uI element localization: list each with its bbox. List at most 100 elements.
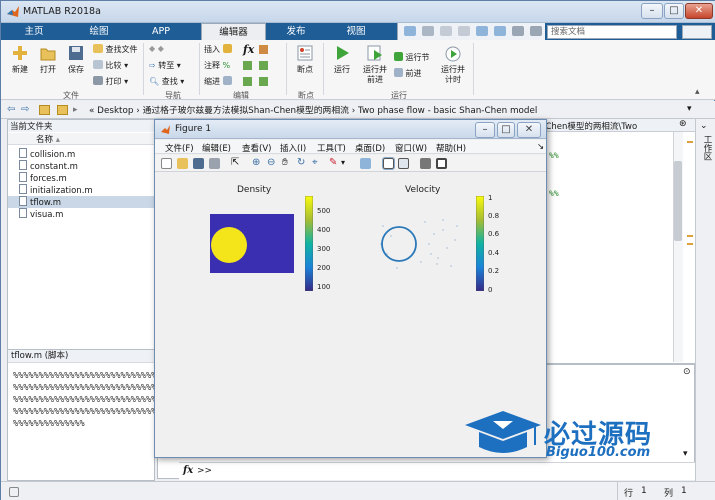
compare-button[interactable]: 比较 ▾ (93, 60, 128, 71)
tab-apps[interactable]: APP (136, 23, 186, 40)
save-figure-icon[interactable] (193, 158, 204, 169)
help-quick-icon[interactable] (530, 26, 542, 36)
zoom-in-icon[interactable]: ⊕ (252, 158, 263, 169)
rail-toggle-icon[interactable]: ⌄ (700, 121, 708, 131)
editor-actions-icon[interactable]: ⊛ (679, 119, 687, 129)
path-dropdown-icon[interactable]: ▸ (73, 105, 78, 115)
insert-function-icon[interactable]: fx (243, 43, 254, 56)
menu-file[interactable]: 文件(F) (165, 142, 194, 154)
insert-button[interactable]: 插入 (204, 44, 232, 55)
warning-marker[interactable] (687, 235, 693, 237)
warning-marker[interactable] (687, 141, 693, 143)
tab-publish[interactable]: 发布 (271, 23, 321, 40)
workspace-tab[interactable]: 工作区 (700, 135, 712, 161)
open-file-icon[interactable] (177, 158, 188, 169)
density-plot[interactable] (210, 214, 294, 273)
filter-icon[interactable] (682, 25, 712, 39)
file-item[interactable]: constant.m (19, 160, 155, 172)
run-and-time-button[interactable]: 运行并 计时 (437, 44, 469, 85)
current-folder-path[interactable]: « Desktop › 通过格子玻尔兹曼方法模拟Shan-Chen模型的两相流 … (89, 103, 537, 116)
minimize-button[interactable]: – (641, 3, 663, 19)
editor-file-tab[interactable]: n-Chen模型的两相流\Two (537, 120, 637, 132)
data-cursor-icon[interactable]: ⌖ (312, 158, 323, 169)
link-plot-icon[interactable] (360, 158, 371, 169)
search-documentation-input[interactable]: 搜索文档 (547, 25, 677, 39)
undo-quick-icon[interactable] (476, 26, 488, 36)
figure-maximize-button[interactable]: □ (497, 122, 515, 138)
file-item[interactable]: collision.m (19, 148, 155, 160)
command-prompt-row[interactable]: fx >> (179, 462, 695, 480)
advance-button[interactable]: 前进 (394, 68, 422, 79)
maximize-button[interactable]: □ (664, 3, 684, 19)
velocity-plot[interactable] (377, 214, 461, 273)
edit-plot-arrow-icon[interactable]: ⇱ (231, 158, 242, 169)
figure-window[interactable]: Figure 1 – □ ✕ 文件(F) 编辑(E) 查看(V) 插入(I) 工… (154, 119, 547, 458)
redo-quick-icon[interactable] (494, 26, 506, 36)
command-scroll-down-icon[interactable]: ▾ (683, 449, 688, 459)
find-files-button[interactable]: 查找文件 (93, 44, 138, 55)
zoom-out-icon[interactable]: ⊖ (267, 158, 278, 169)
indent-button[interactable]: 缩进 (204, 76, 232, 87)
save-quick-icon[interactable] (404, 26, 416, 36)
menu-dock-icon[interactable]: ↘ (537, 142, 544, 152)
forward-arrow-icon[interactable]: ⇨ (21, 104, 29, 115)
tab-plots[interactable]: 绘图 (71, 23, 127, 40)
colorbar-toggle-icon[interactable] (382, 157, 395, 170)
copy-quick-icon[interactable] (440, 26, 452, 36)
tab-view[interactable]: 视图 (331, 23, 381, 40)
nav-back-forward-icons[interactable]: ◆ ◆ (149, 44, 164, 53)
hide-tools-icon[interactable] (420, 158, 431, 169)
tab-home[interactable]: 主页 (9, 23, 59, 40)
breakpoints-button[interactable]: 断点 (291, 44, 319, 75)
menu-window[interactable]: 窗口(W) (395, 142, 427, 154)
collapse-ribbon-icon[interactable]: ▴ (695, 87, 700, 97)
legend-toggle-icon[interactable] (398, 158, 409, 169)
back-arrow-icon[interactable]: ⇦ (7, 104, 15, 115)
brush-icon[interactable]: ✎ (329, 158, 340, 169)
brush-dropdown-icon[interactable]: ▾ (341, 158, 352, 169)
rotate-3d-icon[interactable]: ↻ (297, 158, 308, 169)
print-quick-icon[interactable] (512, 26, 524, 36)
print-button[interactable]: 打印 ▾ (93, 76, 128, 87)
uncomment-icon[interactable] (259, 61, 268, 70)
run-advance-button[interactable]: 运行并 前进 (359, 44, 391, 85)
file-item[interactable]: visua.m (19, 208, 155, 220)
menu-edit[interactable]: 编辑(E) (202, 142, 231, 154)
save-button[interactable]: 保存 (63, 44, 89, 75)
run-section-button[interactable]: 运行节 (394, 52, 430, 63)
menu-help[interactable]: 帮助(H) (436, 142, 466, 154)
function-browser-icon[interactable]: fx (183, 465, 193, 476)
paste-quick-icon[interactable] (458, 26, 470, 36)
browse-folder-icon[interactable] (57, 105, 68, 115)
close-button[interactable]: ✕ (685, 3, 713, 19)
print-figure-icon[interactable] (209, 158, 220, 169)
cut-quick-icon[interactable] (422, 26, 434, 36)
editor-scroll-thumb[interactable] (674, 161, 682, 241)
comment-button[interactable]: 注释 % (204, 60, 230, 71)
menu-tools[interactable]: 工具(T) (317, 142, 346, 154)
smart-indent-icon[interactable] (243, 77, 252, 86)
address-dropdown-icon[interactable]: ▾ (687, 104, 692, 114)
show-tools-icon[interactable] (436, 158, 447, 169)
run-button[interactable]: 运行 (328, 44, 356, 75)
new-figure-icon[interactable] (161, 158, 172, 169)
insert-section-icon[interactable] (259, 45, 268, 54)
file-item[interactable]: initialization.m (19, 184, 155, 196)
warning-marker[interactable] (687, 243, 693, 245)
goto-button[interactable]: ⇨ 转至 ▾ (149, 60, 181, 71)
file-item[interactable]: forces.m (19, 172, 155, 184)
decrease-indent-icon[interactable] (259, 77, 268, 86)
open-button[interactable]: 打开 (35, 44, 61, 75)
find-button[interactable]: 🔍︎ 查找 ▾ (149, 76, 184, 87)
new-button[interactable]: 新建 (7, 44, 33, 75)
tab-editor[interactable]: 编辑器 (201, 23, 266, 41)
file-item-selected[interactable]: tflow.m (8, 196, 154, 208)
figure-minimize-button[interactable]: – (475, 122, 495, 138)
command-actions-icon[interactable]: ⊙ (683, 367, 691, 377)
menu-view[interactable]: 查看(V) (242, 142, 271, 154)
comment-block-icon[interactable] (243, 61, 252, 70)
menu-insert[interactable]: 插入(I) (280, 142, 306, 154)
name-column-header[interactable]: 名称 ▴ (8, 133, 154, 145)
menu-desktop[interactable]: 桌面(D) (355, 142, 385, 154)
up-folder-icon[interactable] (39, 105, 50, 115)
